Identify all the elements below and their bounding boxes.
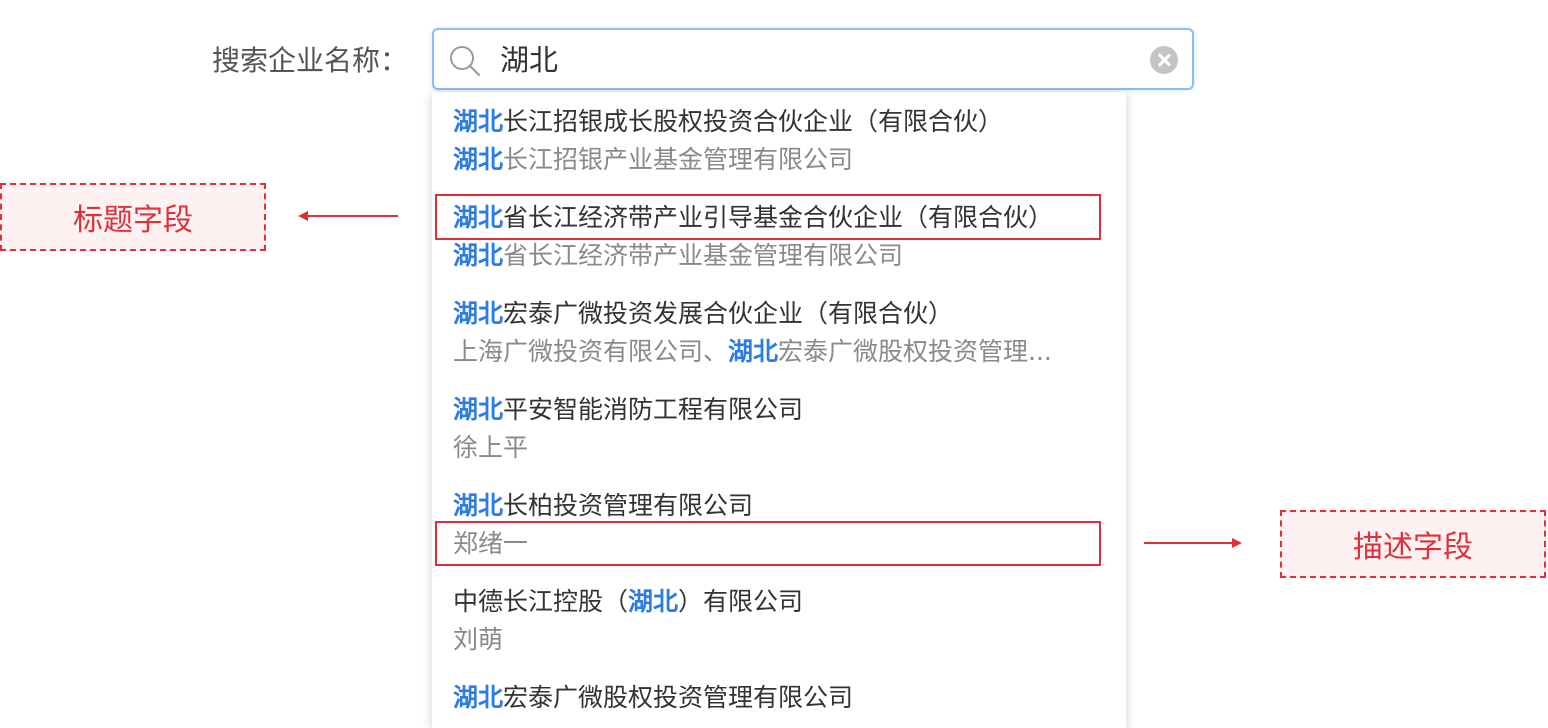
- keyword-highlight: 湖北: [453, 683, 504, 712]
- text-segment: 徐上平: [453, 433, 529, 462]
- left-arrow-icon: [298, 211, 398, 221]
- suggestion-item[interactable]: 中德长江控股（湖北）有限公司 刘萌: [453, 583, 1113, 659]
- item-description: 刘萌: [453, 621, 1113, 659]
- text-segment: 刘萌: [453, 625, 504, 654]
- title-field-callout: 标题字段: [0, 183, 266, 251]
- title-field-highlight-frame: [435, 194, 1101, 240]
- item-title: 湖北宏泰广微投资发展合伙企业（有限合伙）: [453, 295, 1113, 333]
- item-description: 上海广微投资有限公司、湖北宏泰广微股权投资管理...: [453, 333, 1113, 371]
- text-segment: 上海广微投资有限公司、: [453, 337, 729, 366]
- clear-icon[interactable]: [1150, 46, 1178, 74]
- keyword-highlight: 湖北: [728, 337, 779, 366]
- keyword-highlight: 湖北: [453, 491, 504, 520]
- description-field-callout: 描述字段: [1280, 510, 1546, 578]
- text-segment: 宏泰广微投资发展合伙企业（有限合伙）: [503, 299, 954, 328]
- text-segment: 宏泰广微股权投资管理有限公司: [503, 683, 854, 712]
- text-segment: 长江招银产业基金管理有限公司: [503, 145, 854, 174]
- text-segment: 宏泰广微股权投资管理...: [778, 337, 1052, 366]
- keyword-highlight: 湖北: [453, 299, 504, 328]
- suggestion-item[interactable]: 湖北长江招银成长股权投资合伙企业（有限合伙） 湖北长江招银产业基金管理有限公司: [453, 103, 1113, 179]
- keyword-highlight: 湖北: [453, 395, 504, 424]
- item-title: 中德长江控股（湖北）有限公司: [453, 583, 1113, 621]
- item-description: 湖北省长江经济带产业基金管理有限公司: [453, 237, 1113, 275]
- item-title: 湖北长江招银成长股权投资合伙企业（有限合伙）: [453, 103, 1113, 141]
- keyword-highlight: 湖北: [453, 145, 504, 174]
- keyword-highlight: 湖北: [453, 107, 504, 136]
- text-segment: 中德长江控股（: [453, 587, 629, 616]
- search-input[interactable]: 湖北: [432, 28, 1194, 90]
- search-label: 搜索企业名称：: [212, 44, 409, 77]
- suggestion-item[interactable]: 湖北宏泰广微股权投资管理有限公司: [453, 679, 1113, 717]
- item-description: 湖北长江招银产业基金管理有限公司: [453, 141, 1113, 179]
- search-value[interactable]: 湖北: [500, 40, 558, 80]
- right-arrow-icon: [1144, 538, 1242, 548]
- suggestion-item[interactable]: 湖北宏泰广微投资发展合伙企业（有限合伙） 上海广微投资有限公司、湖北宏泰广微股权…: [453, 295, 1113, 371]
- description-field-highlight-frame: [435, 521, 1101, 566]
- text-segment: 省长江经济带产业基金管理有限公司: [503, 241, 904, 270]
- text-segment: 平安智能消防工程有限公司: [503, 395, 804, 424]
- search-icon: [450, 46, 480, 76]
- item-title: 湖北宏泰广微股权投资管理有限公司: [453, 679, 1113, 717]
- keyword-highlight: 湖北: [453, 241, 504, 270]
- text-segment: ）有限公司: [678, 587, 804, 616]
- keyword-highlight: 湖北: [628, 587, 679, 616]
- item-title: 湖北长柏投资管理有限公司: [453, 487, 1113, 525]
- item-title: 湖北平安智能消防工程有限公司: [453, 391, 1113, 429]
- suggestion-item[interactable]: 湖北平安智能消防工程有限公司 徐上平: [453, 391, 1113, 467]
- text-segment: 长江招银成长股权投资合伙企业（有限合伙）: [503, 107, 1004, 136]
- text-segment: 长柏投资管理有限公司: [503, 491, 754, 520]
- suggestion-dropdown: 湖北长江招银成长股权投资合伙企业（有限合伙） 湖北长江招银产业基金管理有限公司 …: [432, 92, 1126, 728]
- item-description: 徐上平: [453, 429, 1113, 467]
- stage: 搜索企业名称： 湖北 湖北长江招银成长股权投资合伙企业（有限合伙） 湖北长江招银…: [0, 0, 1548, 728]
